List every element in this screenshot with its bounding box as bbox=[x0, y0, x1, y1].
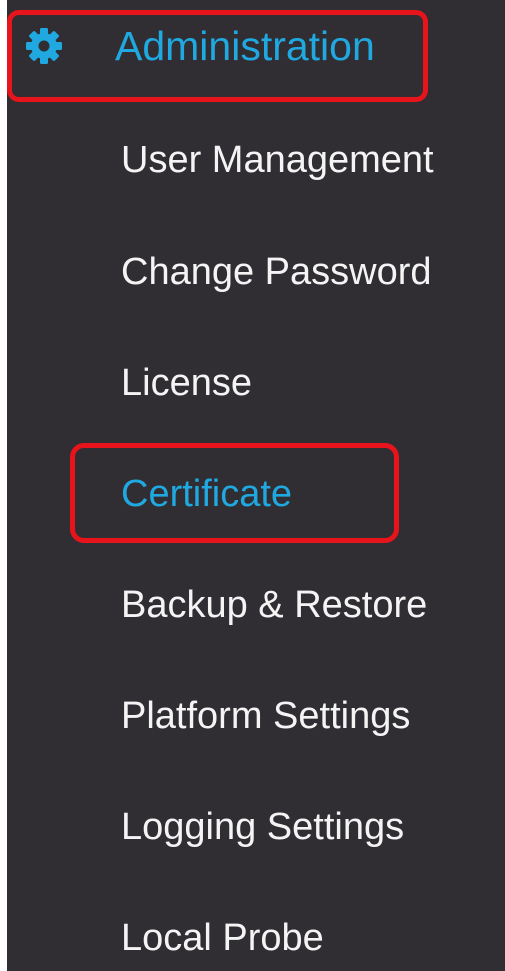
menu-item-platform-settings[interactable]: Platform Settings bbox=[121, 693, 410, 739]
gear-icon bbox=[24, 26, 64, 66]
menu-header-administration[interactable]: Administration bbox=[7, 0, 505, 100]
menu-item-certificate[interactable]: Certificate bbox=[121, 471, 292, 517]
menu-header-label: Administration bbox=[115, 23, 375, 69]
menu-item-change-password[interactable]: Change Password bbox=[121, 249, 432, 295]
admin-menu: Administration User Management Change Pa… bbox=[7, 0, 505, 971]
menu-item-local-probe[interactable]: Local Probe bbox=[121, 915, 324, 961]
menu-item-user-management[interactable]: User Management bbox=[121, 137, 434, 183]
menu-item-backup-restore[interactable]: Backup & Restore bbox=[121, 582, 427, 628]
menu-item-logging-settings[interactable]: Logging Settings bbox=[121, 804, 404, 850]
menu-item-license[interactable]: License bbox=[121, 360, 252, 406]
